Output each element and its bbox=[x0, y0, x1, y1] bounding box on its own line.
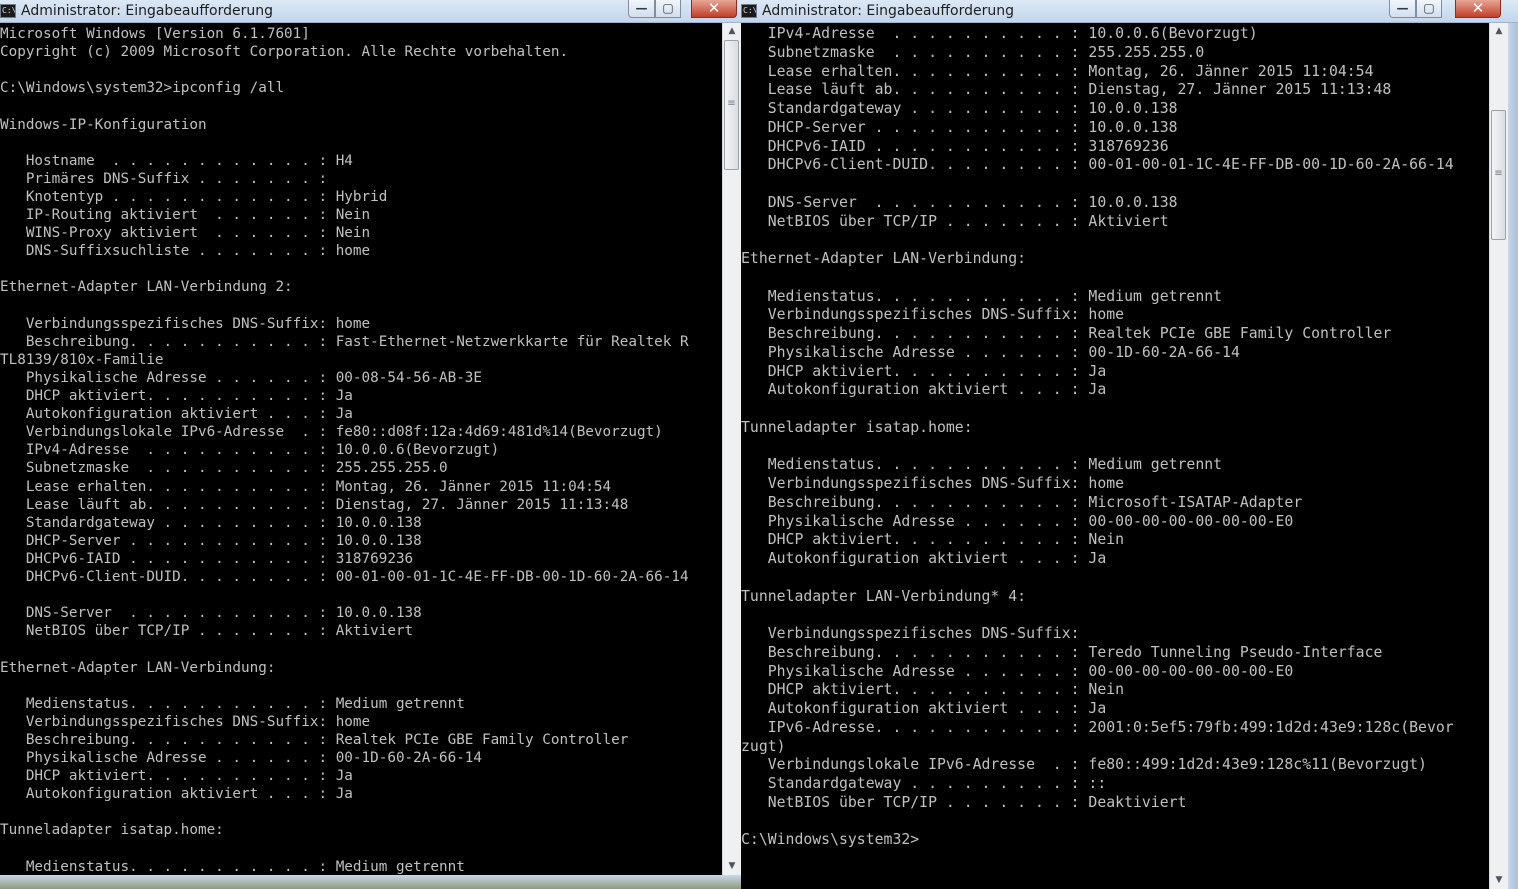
console-line: Lease läuft ab. . . . . . . . . . : Dien… bbox=[741, 81, 1392, 99]
console-line: DHCPv6-Client-DUID. . . . . . . . : 00-0… bbox=[0, 569, 689, 585]
console-line: Primäres DNS-Suffix . . . . . . . : bbox=[0, 170, 328, 187]
console-line: Ethernet-Adapter LAN-Verbindung 2: bbox=[0, 279, 293, 296]
console-line: Medienstatus. . . . . . . . . . . : Medi… bbox=[741, 456, 1223, 474]
cmd-window-right[interactable]: C:\ Administrator: Eingabeaufforderung —… bbox=[741, 0, 1518, 889]
console-line: Lease läuft ab. . . . . . . . . . : Dien… bbox=[0, 496, 629, 513]
console-line: Autokonfiguration aktiviert . . . : Ja bbox=[0, 786, 353, 803]
console-line: Tunneladapter isatap.home: bbox=[0, 822, 224, 839]
console-line: Ethernet-Adapter LAN-Verbindung: bbox=[741, 250, 1027, 267]
console-line: DHCPv6-IAID . . . . . . . . . . . : 3187… bbox=[0, 550, 414, 567]
console-line: NetBIOS über TCP/IP . . . . . . . : Akti… bbox=[0, 623, 414, 640]
window-title: Administrator: Eingabeaufforderung bbox=[762, 3, 1014, 19]
console-line: DHCP-Server . . . . . . . . . . . : 10.0… bbox=[741, 118, 1178, 136]
scroll-thumb[interactable]: ≡ bbox=[1491, 110, 1506, 240]
maximize-button[interactable]: ▢ bbox=[655, 0, 681, 18]
vertical-scrollbar[interactable]: ▲ ≡ ▼ bbox=[722, 23, 741, 875]
console-line: Verbindungslokale IPv6-Adresse . : fe80:… bbox=[741, 756, 1427, 774]
minimize-button[interactable]: — bbox=[628, 0, 655, 18]
console-line: Verbindungsspezifisches DNS-Suffix: home bbox=[741, 475, 1125, 492]
minimize-button[interactable]: — bbox=[1389, 0, 1416, 18]
console-line: Verbindungsspezifisches DNS-Suffix: home bbox=[741, 306, 1125, 324]
window-frame-bottom bbox=[0, 875, 741, 889]
console-line: Autokonfiguration aktiviert . . . : Ja bbox=[741, 381, 1107, 399]
scroll-thumb[interactable]: ≡ bbox=[724, 40, 739, 170]
console-output[interactable]: IPv4-Adresse . . . . . . . . . . : 10.0.… bbox=[741, 23, 1489, 889]
console-line: Physikalische Adresse . . . . . . : 00-0… bbox=[741, 662, 1294, 680]
console-line: Autokonfiguration aktiviert . . . : Ja bbox=[0, 406, 353, 423]
console-line: Beschreibung. . . . . . . . . . . : Micr… bbox=[741, 493, 1303, 511]
console-line: Ethernet-Adapter LAN-Verbindung: bbox=[0, 659, 276, 676]
scroll-up-arrow-icon[interactable]: ▲ bbox=[1490, 23, 1508, 40]
console-line: DHCP aktiviert. . . . . . . . . . : Nein bbox=[741, 681, 1125, 699]
console-line: DHCP aktiviert. . . . . . . . . . : Ja bbox=[0, 768, 353, 785]
scroll-down-arrow-icon[interactable]: ▼ bbox=[723, 858, 741, 875]
console-line: Standardgateway . . . . . . . . . : 10.0… bbox=[0, 514, 422, 531]
console-line: Subnetzmaske . . . . . . . . . . : 255.2… bbox=[0, 460, 448, 477]
console-line: Copyright (c) 2009 Microsoft Corporation… bbox=[0, 44, 569, 61]
console-line: Verbindungsspezifisches DNS-Suffix: bbox=[741, 625, 1080, 642]
cmd-icon: C:\ bbox=[0, 4, 16, 18]
console-line: Lease erhalten. . . . . . . . . . : Mont… bbox=[741, 62, 1374, 80]
console-line: Verbindungslokale IPv6-Adresse . : fe80:… bbox=[0, 424, 663, 441]
vertical-scrollbar[interactable]: ▲ ≡ ▼ bbox=[1489, 23, 1508, 889]
console-line: DNS-Suffixsuchliste . . . . . . . : home bbox=[0, 243, 371, 260]
console-output[interactable]: Microsoft Windows [Version 6.1.7601] Copy… bbox=[0, 23, 722, 875]
console-line: C:\Windows\system32> bbox=[741, 831, 920, 849]
console-line: Beschreibung. . . . . . . . . . . : Real… bbox=[0, 731, 629, 748]
console-line: DHCP aktiviert. . . . . . . . . . : Nein bbox=[741, 531, 1125, 549]
console-line: Beschreibung. . . . . . . . . . . : Tere… bbox=[741, 643, 1383, 661]
console-line: DNS-Server . . . . . . . . . . . : 10.0.… bbox=[0, 605, 422, 622]
console-line: TL8139/810x-Familie bbox=[0, 351, 164, 368]
console-line: Windows-IP-Konfiguration bbox=[0, 116, 207, 133]
cmd-icon: C:\ bbox=[741, 4, 757, 18]
console-line: Hostname . . . . . . . . . . . . : H4 bbox=[0, 152, 353, 169]
scroll-up-arrow-icon[interactable]: ▲ bbox=[723, 23, 741, 40]
console-line: Subnetzmaske . . . . . . . . . . : 255.2… bbox=[741, 43, 1205, 61]
console-line: Verbindungsspezifisches DNS-Suffix: home bbox=[0, 315, 371, 332]
console-line: Physikalische Adresse . . . . . . : 00-0… bbox=[741, 512, 1294, 530]
window-frame-right bbox=[1508, 23, 1518, 889]
title-bar[interactable]: C:\ Administrator: Eingabeaufforderung —… bbox=[741, 0, 1518, 23]
console-line: WINS-Proxy aktiviert . . . . . . : Nein bbox=[0, 225, 371, 242]
console-line: Autokonfiguration aktiviert . . . : Ja bbox=[741, 700, 1107, 717]
console-line: DHCPv6-IAID . . . . . . . . . . . : 3187… bbox=[741, 137, 1169, 155]
console-line: NetBIOS über TCP/IP . . . . . . . : Deak… bbox=[741, 793, 1187, 811]
console-line: Physikalische Adresse . . . . . . : 00-0… bbox=[0, 369, 483, 386]
console-line: Knotentyp . . . . . . . . . . . . : Hybr… bbox=[0, 188, 388, 205]
console-line: DNS-Server . . . . . . . . . . . : 10.0.… bbox=[741, 193, 1178, 211]
console-line: DHCP aktiviert. . . . . . . . . . : Ja bbox=[741, 362, 1107, 380]
console-line: Beschreibung. . . . . . . . . . . : Fast… bbox=[0, 333, 689, 350]
cmd-window-left[interactable]: C:\ Administrator: Eingabeaufforderung —… bbox=[0, 0, 741, 889]
console-line: Medienstatus. . . . . . . . . . . : Medi… bbox=[0, 858, 465, 875]
console-line: Verbindungsspezifisches DNS-Suffix: home bbox=[0, 713, 371, 730]
console-line: IP-Routing aktiviert . . . . . . : Nein bbox=[0, 207, 371, 223]
console-line: Autokonfiguration aktiviert . . . : Ja bbox=[741, 550, 1107, 567]
close-button[interactable]: ✕ bbox=[691, 0, 737, 18]
console-line: DHCP aktiviert. . . . . . . . . . : Ja bbox=[0, 388, 353, 404]
console-line: IPv6-Adresse. . . . . . . . . . . : 2001… bbox=[741, 718, 1454, 736]
console-line: Medienstatus. . . . . . . . . . . : Medi… bbox=[0, 695, 465, 712]
console-line: Microsoft Windows [Version 6.1.7601] bbox=[0, 26, 310, 42]
console-line: DHCPv6-Client-DUID. . . . . . . . : 00-0… bbox=[741, 156, 1454, 174]
console-line: Tunneladapter LAN-Verbindung* 4: bbox=[741, 587, 1027, 605]
console-line: Medienstatus. . . . . . . . . . . : Medi… bbox=[741, 287, 1223, 305]
console-line: Lease erhalten. . . . . . . . . . : Mont… bbox=[0, 478, 612, 495]
title-bar[interactable]: C:\ Administrator: Eingabeaufforderung —… bbox=[0, 0, 741, 23]
console-line: Physikalische Adresse . . . . . . : 00-1… bbox=[741, 343, 1240, 361]
console-line: Beschreibung. . . . . . . . . . . : Real… bbox=[741, 325, 1392, 342]
scroll-down-arrow-icon[interactable]: ▼ bbox=[1490, 872, 1508, 889]
console-line: IPv4-Adresse . . . . . . . . . . : 10.0.… bbox=[0, 442, 500, 459]
console-line: NetBIOS über TCP/IP . . . . . . . : Akti… bbox=[741, 212, 1169, 230]
console-line: DHCP-Server . . . . . . . . . . . : 10.0… bbox=[0, 532, 422, 549]
window-title: Administrator: Eingabeaufforderung bbox=[21, 3, 273, 19]
console-line: Standardgateway . . . . . . . . . : :: bbox=[741, 775, 1107, 792]
console-line: zugt) bbox=[741, 737, 786, 755]
console-line: C:\Windows\system32>ipconfig /all bbox=[0, 80, 285, 97]
console-line: IPv4-Adresse . . . . . . . . . . : 10.0.… bbox=[741, 25, 1258, 42]
console-line: Tunneladapter isatap.home: bbox=[741, 418, 973, 436]
console-line: Standardgateway . . . . . . . . . : 10.0… bbox=[741, 100, 1178, 117]
console-line: Physikalische Adresse . . . . . . : 00-1… bbox=[0, 750, 483, 766]
close-button[interactable]: ✕ bbox=[1455, 0, 1501, 18]
maximize-button[interactable]: ▢ bbox=[1416, 0, 1442, 18]
